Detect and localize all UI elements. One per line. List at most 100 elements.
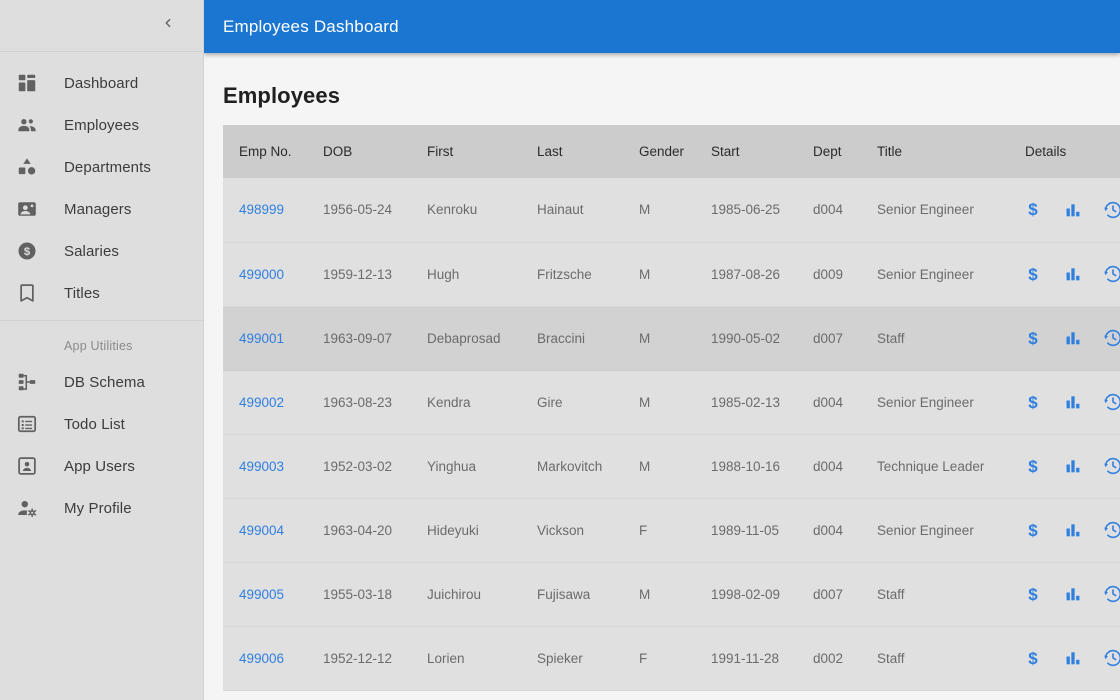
history-icon[interactable] bbox=[1103, 264, 1120, 284]
sidebar-item-app-users[interactable]: App Users bbox=[0, 445, 203, 487]
cell-emp-no: 499003 bbox=[223, 434, 307, 499]
column-header-first[interactable]: First bbox=[411, 125, 521, 178]
bar-chart-icon[interactable] bbox=[1063, 200, 1083, 220]
dollar-icon[interactable]: $ bbox=[1023, 328, 1043, 348]
cell-first: Kenroku bbox=[411, 178, 521, 243]
sidebar: Dashboard Employees Departments Managers $ Sa… bbox=[0, 0, 204, 700]
history-icon[interactable] bbox=[1103, 328, 1120, 348]
cell-dob: 1963-09-07 bbox=[307, 306, 411, 371]
dollar-icon[interactable]: $ bbox=[1023, 520, 1043, 540]
cell-last: Gire bbox=[521, 370, 623, 435]
sidebar-item-dashboard[interactable]: Dashboard bbox=[0, 62, 203, 104]
sidebar-utility-nav: DB Schema Todo List App Users My Profile bbox=[0, 361, 203, 529]
cell-emp-no: 499000 bbox=[223, 242, 307, 307]
sidebar-item-salaries[interactable]: $ Salaries bbox=[0, 230, 203, 272]
employee-link[interactable]: 498999 bbox=[239, 202, 284, 217]
svg-text:$: $ bbox=[24, 246, 31, 258]
table-row[interactable]: 499001 1963-09-07 Debaprosad Braccini M 1990-… bbox=[223, 306, 1120, 371]
column-header-details[interactable]: Details bbox=[1009, 125, 1120, 178]
manage-accounts-icon bbox=[14, 496, 40, 520]
sidebar-item-departments[interactable]: Departments bbox=[0, 146, 203, 188]
sidebar-item-label: Employees bbox=[64, 116, 140, 134]
column-header-title[interactable]: Title bbox=[861, 125, 1009, 178]
dollar-icon[interactable]: $ bbox=[1023, 648, 1043, 668]
cell-dob: 1956-05-24 bbox=[307, 178, 411, 243]
cell-emp-no: 498999 bbox=[223, 178, 307, 243]
history-icon[interactable] bbox=[1103, 456, 1120, 476]
employee-link[interactable]: 499000 bbox=[239, 267, 284, 282]
table-row[interactable]: 499002 1963-08-23 Kendra Gire M 1985-02-13 d00… bbox=[223, 370, 1120, 435]
bar-chart-icon[interactable] bbox=[1063, 648, 1083, 668]
table-row[interactable]: 499006 1952-12-12 Lorien Spieker F 1991-11-28… bbox=[223, 626, 1120, 691]
column-header-dob[interactable]: DOB bbox=[307, 125, 411, 178]
cell-details: $ bbox=[1009, 370, 1120, 435]
employee-link[interactable]: 499004 bbox=[239, 523, 284, 538]
table-row[interactable]: 499004 1963-04-20 Hideyuki Vickson F 1989-11-… bbox=[223, 498, 1120, 563]
list-alt-icon bbox=[14, 412, 40, 436]
cell-details: $ bbox=[1009, 626, 1120, 691]
sidebar-collapse-button[interactable] bbox=[155, 13, 181, 39]
cell-last: Fritzsche bbox=[521, 242, 623, 307]
cell-details: $ bbox=[1009, 498, 1120, 563]
cell-title: Senior Engineer bbox=[861, 242, 1009, 307]
dollar-icon[interactable]: $ bbox=[1023, 584, 1043, 604]
dollar-icon[interactable]: $ bbox=[1023, 264, 1043, 284]
bar-chart-icon[interactable] bbox=[1063, 264, 1083, 284]
cell-details: $ bbox=[1009, 306, 1120, 371]
employee-link[interactable]: 499001 bbox=[239, 331, 284, 346]
column-header-start[interactable]: Start bbox=[695, 125, 797, 178]
bar-chart-icon[interactable] bbox=[1063, 520, 1083, 540]
sidebar-item-db-schema[interactable]: DB Schema bbox=[0, 361, 203, 403]
bar-chart-icon[interactable] bbox=[1063, 392, 1083, 412]
history-icon[interactable] bbox=[1103, 648, 1120, 668]
page-title: Employees bbox=[223, 83, 341, 108]
employee-link[interactable]: 499003 bbox=[239, 459, 284, 474]
dollar-icon[interactable]: $ bbox=[1023, 392, 1043, 412]
bar-chart-icon[interactable] bbox=[1063, 584, 1083, 604]
cell-first: Debaprosad bbox=[411, 306, 521, 371]
bar-chart-icon[interactable] bbox=[1063, 456, 1083, 476]
cell-last: Vickson bbox=[521, 498, 623, 563]
dollar-icon[interactable]: $ bbox=[1023, 200, 1043, 220]
sidebar-item-my-profile[interactable]: My Profile bbox=[0, 487, 203, 529]
history-icon[interactable] bbox=[1103, 392, 1120, 412]
sidebar-utilities-section: App Utilities DB Schema Todo List App User… bbox=[0, 320, 203, 529]
details-actions: $ bbox=[1023, 648, 1120, 668]
bar-chart-icon[interactable] bbox=[1063, 328, 1083, 348]
column-header-last[interactable]: Last bbox=[521, 125, 623, 178]
history-icon[interactable] bbox=[1103, 584, 1120, 604]
column-header-dept[interactable]: Dept bbox=[797, 125, 861, 178]
table-row[interactable]: 499000 1959-12-13 Hugh Fritzsche M 1987-08-26… bbox=[223, 242, 1120, 307]
table-row[interactable]: 499003 1952-03-02 Yinghua Markovitch M 1988-1… bbox=[223, 434, 1120, 499]
employee-link[interactable]: 499005 bbox=[239, 587, 284, 602]
cell-gender: M bbox=[623, 242, 695, 307]
cell-gender: M bbox=[623, 370, 695, 435]
employee-link[interactable]: 499002 bbox=[239, 395, 284, 410]
cell-title: Senior Engineer bbox=[861, 370, 1009, 435]
cell-emp-no: 499004 bbox=[223, 498, 307, 563]
cell-dept: d004 bbox=[797, 370, 861, 435]
sidebar-item-todo-list[interactable]: Todo List bbox=[0, 403, 203, 445]
app-root: Dashboard Employees Departments Managers $ Sa… bbox=[0, 0, 1120, 700]
table-body: 498999 1956-05-24 Kenroku Hainaut M 1985-06-2… bbox=[223, 178, 1120, 691]
cell-start: 1988-10-16 bbox=[695, 434, 797, 499]
cell-gender: F bbox=[623, 498, 695, 563]
history-icon[interactable] bbox=[1103, 200, 1120, 220]
cell-last: Fujisawa bbox=[521, 562, 623, 627]
history-icon[interactable] bbox=[1103, 520, 1120, 540]
cell-title: Senior Engineer bbox=[861, 178, 1009, 243]
table-row[interactable]: 498999 1956-05-24 Kenroku Hainaut M 1985-06-2… bbox=[223, 178, 1120, 243]
dollar-icon[interactable]: $ bbox=[1023, 456, 1043, 476]
employee-link[interactable]: 499006 bbox=[239, 651, 284, 666]
app-topbar: Employees Dashboard bbox=[204, 0, 1120, 53]
sidebar-item-titles[interactable]: Titles bbox=[0, 272, 203, 314]
column-header-emp-no[interactable]: Emp No. bbox=[223, 125, 307, 178]
column-header-gender[interactable]: Gender bbox=[623, 125, 695, 178]
sidebar-item-managers[interactable]: Managers bbox=[0, 188, 203, 230]
sidebar-item-label: Titles bbox=[64, 284, 100, 302]
cell-first: Hugh bbox=[411, 242, 521, 307]
chevron-left-icon bbox=[161, 16, 175, 35]
table-row[interactable]: 499005 1955-03-18 Juichirou Fujisawa M 1998-0… bbox=[223, 562, 1120, 627]
sidebar-item-employees[interactable]: Employees bbox=[0, 104, 203, 146]
cell-gender: M bbox=[623, 434, 695, 499]
